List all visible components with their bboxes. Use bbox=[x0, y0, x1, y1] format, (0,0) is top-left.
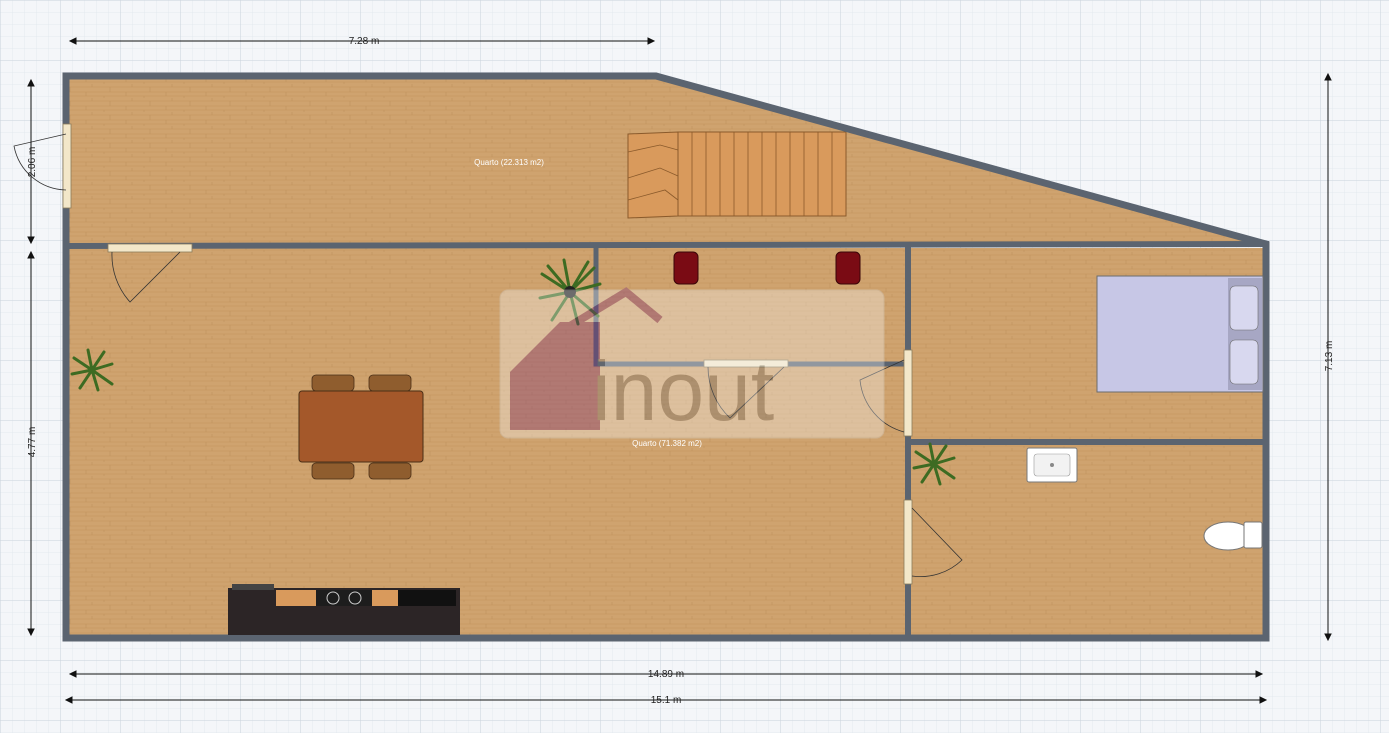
watermark-text: inout bbox=[592, 344, 774, 438]
dimension-top: 7.28 m bbox=[349, 36, 380, 47]
bed[interactable] bbox=[1096, 275, 1264, 393]
bathroom-sink[interactable] bbox=[1026, 447, 1078, 483]
kitchen-counter[interactable] bbox=[228, 584, 460, 635]
dimension-bottom-inner: 14.89 m bbox=[648, 669, 684, 680]
dimension-right: 7.13 m bbox=[1324, 341, 1335, 372]
room-label-upper: Quarto (22.313 m2) bbox=[474, 158, 544, 167]
chair-top-left bbox=[311, 374, 355, 392]
chair-top-right bbox=[368, 374, 412, 392]
watermark: inout bbox=[499, 287, 885, 439]
chair-bottom-left bbox=[311, 462, 355, 480]
toilet[interactable] bbox=[1203, 521, 1263, 551]
floor-plan: inout Quarto (22.313 m2) Quarto (71.382 … bbox=[0, 0, 1389, 733]
dimension-left-lower: 4.77 m bbox=[27, 427, 38, 458]
red-chair-right[interactable] bbox=[835, 251, 861, 285]
staircase[interactable] bbox=[627, 131, 847, 219]
dimension-left-upper: 2.06 m bbox=[27, 147, 38, 178]
room-label-lower: Quarto (71.382 m2) bbox=[632, 439, 702, 448]
chair-bottom-right bbox=[368, 462, 412, 480]
red-chair-left[interactable] bbox=[673, 251, 699, 285]
dining-table bbox=[298, 390, 424, 463]
dimension-bottom-outer: 15.1 m bbox=[651, 695, 682, 706]
wall-upper-divider bbox=[62, 240, 1270, 250]
